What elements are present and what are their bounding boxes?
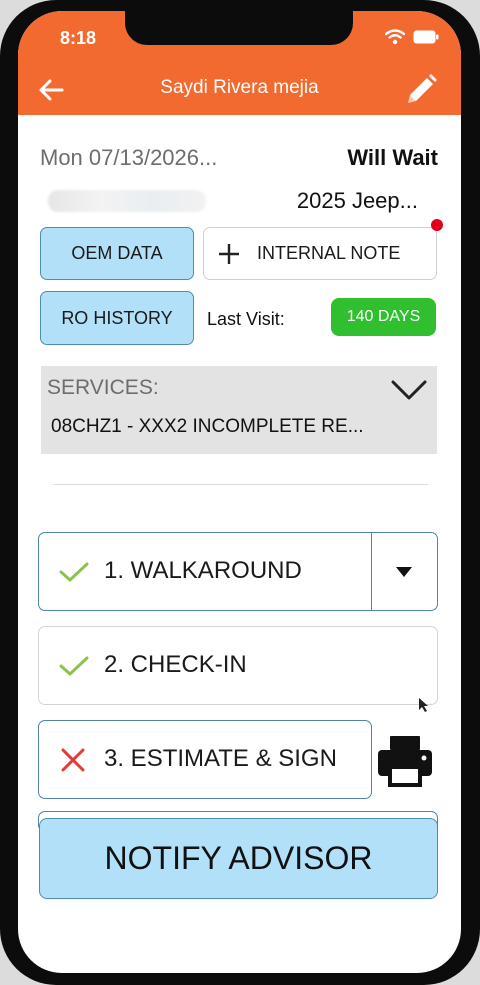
printer-icon[interactable] (376, 733, 434, 789)
ro-history-label: RO HISTORY (61, 307, 173, 328)
wifi-icon (385, 29, 405, 45)
wait-status: Will Wait (347, 145, 438, 170)
redacted-info (48, 190, 206, 212)
step-check-in[interactable]: 2. CHECK-IN (38, 626, 438, 705)
check-icon (59, 562, 89, 582)
services-dropdown[interactable]: SERVICES: 08CHZ1 - XXX2 INCOMPLETE RE... (41, 366, 437, 454)
oem-data-button[interactable]: OEM DATA (40, 227, 194, 280)
vehicle-name: 2025 Jeep... (296, 188, 418, 213)
status-time: 8:18 (60, 28, 97, 48)
step-walkaround[interactable]: 1. WALKAROUND (38, 532, 438, 611)
last-visit-label: Last Visit: (207, 309, 285, 329)
services-label: SERVICES: (47, 376, 159, 399)
ro-history-button[interactable]: RO HISTORY (40, 291, 194, 345)
oem-data-label: OEM DATA (71, 243, 163, 263)
phone-frame: 8:18 Saydi Rivera mejia Mon 07/13/2026..… (0, 0, 480, 985)
notify-advisor-button[interactable]: NOTIFY ADVISOR (39, 818, 438, 899)
customer-name-title: Saydi Rivera mejia (160, 77, 319, 98)
app-bar: Saydi Rivera mejia (18, 65, 461, 115)
step-estimate-sign-label: 3. ESTIMATE & SIGN (104, 745, 337, 772)
chevron-down-icon[interactable] (391, 378, 427, 402)
check-icon (59, 656, 89, 676)
walkaround-dropdown-button[interactable] (371, 533, 437, 610)
notch (125, 11, 353, 45)
vehicle-row: 2025 Jeep... (40, 186, 438, 216)
internal-note-button[interactable]: INTERNAL NOTE (203, 227, 437, 280)
mouse-cursor-icon (419, 698, 428, 712)
app-screen: 8:18 Saydi Rivera mejia Mon 07/13/2026..… (18, 11, 461, 973)
step-walkaround-label: 1. WALKAROUND (104, 557, 302, 584)
caret-down-icon (396, 567, 412, 577)
last-visit-value: 140 DAYS (346, 308, 421, 325)
notification-dot (431, 219, 443, 231)
status-icons (385, 29, 439, 45)
notify-advisor-label: NOTIFY ADVISOR (104, 840, 373, 876)
pencil-icon[interactable] (403, 72, 439, 108)
last-visit-badge: 140 DAYS (331, 298, 436, 336)
appointment-date: Mon 07/13/2026... (40, 145, 218, 170)
divider (53, 484, 428, 485)
services-selected-value: 08CHZ1 - XXX2 INCOMPLETE RE... (51, 416, 364, 437)
step-check-in-label: 2. CHECK-IN (104, 651, 247, 678)
internal-note-label: INTERNAL NOTE (257, 243, 401, 263)
plus-icon (219, 243, 239, 264)
x-icon (61, 748, 85, 772)
step-estimate-sign[interactable]: 3. ESTIMATE & SIGN (38, 720, 372, 799)
appointment-row: Mon 07/13/2026... Will Wait (40, 145, 438, 173)
battery-icon (413, 30, 439, 44)
